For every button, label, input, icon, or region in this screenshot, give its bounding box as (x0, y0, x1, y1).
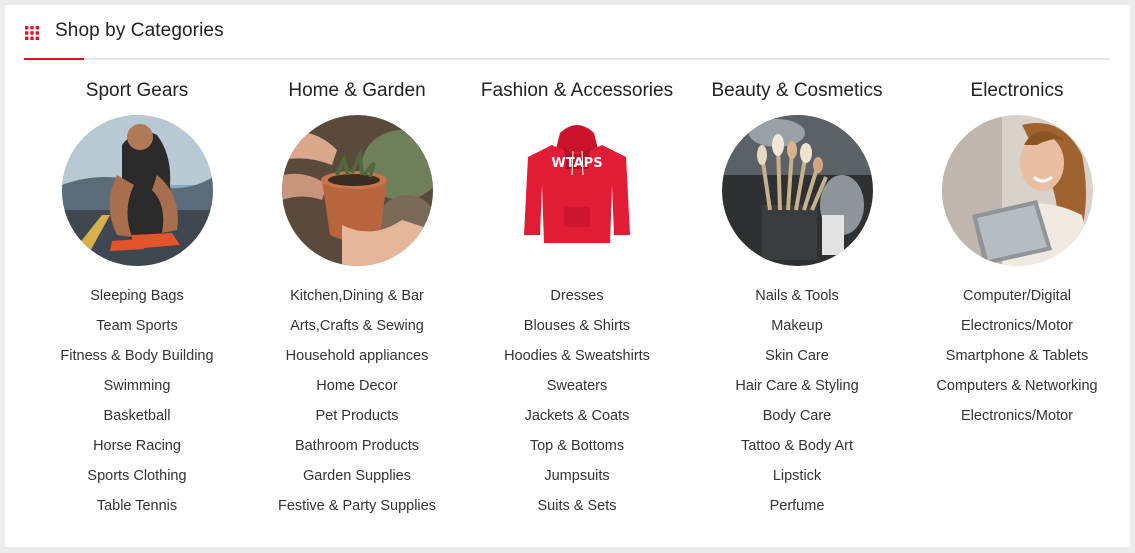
category-link[interactable]: Sweaters (467, 371, 687, 401)
category-link[interactable]: Sports Clothing (27, 461, 247, 491)
category-link[interactable]: Home Decor (247, 371, 467, 401)
category-column-home-garden: Home & Garden Kitchen,Dining & Bar Arts,… (247, 77, 467, 521)
category-link-list: Sleeping Bags Team Sports Fitness & Body… (27, 281, 247, 521)
potted-plant-hands-photo[interactable] (281, 115, 433, 266)
category-column-electronics: Electronics Computer/Digital Electronics… (907, 77, 1127, 431)
category-link[interactable]: Bathroom Products (247, 431, 467, 461)
category-link[interactable]: Perfume (687, 491, 907, 521)
category-link[interactable]: Hoodies & Sweatshirts (467, 341, 687, 371)
category-column-beauty-cosmetics: Beauty & Cosmetics Nails & Tools Makeup … (687, 77, 907, 521)
category-link[interactable]: Hair Care & Styling (687, 371, 907, 401)
category-link[interactable]: Garden Supplies (247, 461, 467, 491)
category-link[interactable]: Top & Bottoms (467, 431, 687, 461)
category-link-list: Kitchen,Dining & Bar Arts,Crafts & Sewin… (247, 281, 467, 521)
grid-dots-icon (25, 26, 39, 40)
category-link[interactable]: Kitchen,Dining & Bar (247, 281, 467, 311)
category-link[interactable]: Blouses & Shirts (467, 311, 687, 341)
category-link[interactable]: Team Sports (27, 311, 247, 341)
category-link-list: Dresses Blouses & Shirts Hoodies & Sweat… (467, 281, 687, 521)
category-link[interactable]: Festive & Party Supplies (247, 491, 467, 521)
category-link[interactable]: Sleeping Bags (27, 281, 247, 311)
category-link-list: Computer/Digital Electronics/Motor Smart… (907, 281, 1127, 431)
category-link[interactable]: Basketball (27, 401, 247, 431)
category-link[interactable]: Swimming (27, 371, 247, 401)
category-link[interactable]: Electronics/Motor (907, 311, 1127, 341)
category-link[interactable]: Suits & Sets (467, 491, 687, 521)
category-link[interactable]: Pet Products (247, 401, 467, 431)
category-link[interactable]: Jackets & Coats (467, 401, 687, 431)
category-title[interactable]: Sport Gears (27, 77, 247, 105)
category-link[interactable]: Computers & Networking (907, 371, 1127, 401)
category-link[interactable]: Computer/Digital (907, 281, 1127, 311)
category-link[interactable]: Electronics/Motor (907, 401, 1127, 431)
category-link[interactable]: Tattoo & Body Art (687, 431, 907, 461)
category-column-sport-gears: Sport Gears Sleeping Bags Team Sports Fi… (27, 77, 247, 521)
category-link[interactable]: Makeup (687, 311, 907, 341)
category-link[interactable]: Table Tennis (27, 491, 247, 521)
category-link[interactable]: Fitness & Body Building (27, 341, 247, 371)
category-link[interactable]: Household appliances (247, 341, 467, 371)
makeup-brushes-photo[interactable] (721, 115, 873, 266)
category-link[interactable]: Jumpsuits (467, 461, 687, 491)
category-link[interactable]: Skin Care (687, 341, 907, 371)
woman-with-tablet-photo[interactable] (941, 115, 1093, 266)
section-title: Shop by Categories (55, 20, 224, 41)
category-link[interactable]: Body Care (687, 401, 907, 431)
runner-tying-shoe-photo[interactable] (61, 115, 213, 266)
category-title[interactable]: Home & Garden (247, 77, 467, 105)
hoodie-print-text: WTAPS (551, 156, 602, 171)
category-title[interactable]: Beauty & Cosmetics (687, 77, 907, 105)
category-link[interactable]: Lipstick (687, 461, 907, 491)
category-column-fashion-accessories: Fashion & Accessories WTAPS Dresses Blou… (467, 77, 687, 521)
red-hoodie-photo[interactable]: WTAPS (501, 115, 653, 266)
category-link[interactable]: Horse Racing (27, 431, 247, 461)
category-link[interactable]: Dresses (467, 281, 687, 311)
category-link[interactable]: Arts,Crafts & Sewing (247, 311, 467, 341)
category-link[interactable]: Nails & Tools (687, 281, 907, 311)
header-accent-underline (24, 58, 84, 60)
categories-panel: Shop by Categories Sport Gears Sleeping … (5, 5, 1130, 547)
category-link[interactable]: Smartphone & Tablets (907, 341, 1127, 371)
category-title[interactable]: Electronics (907, 77, 1127, 105)
category-title[interactable]: Fashion & Accessories (467, 77, 687, 105)
section-header: Shop by Categories (24, 5, 1110, 60)
category-link-list: Nails & Tools Makeup Skin Care Hair Care… (687, 281, 907, 521)
